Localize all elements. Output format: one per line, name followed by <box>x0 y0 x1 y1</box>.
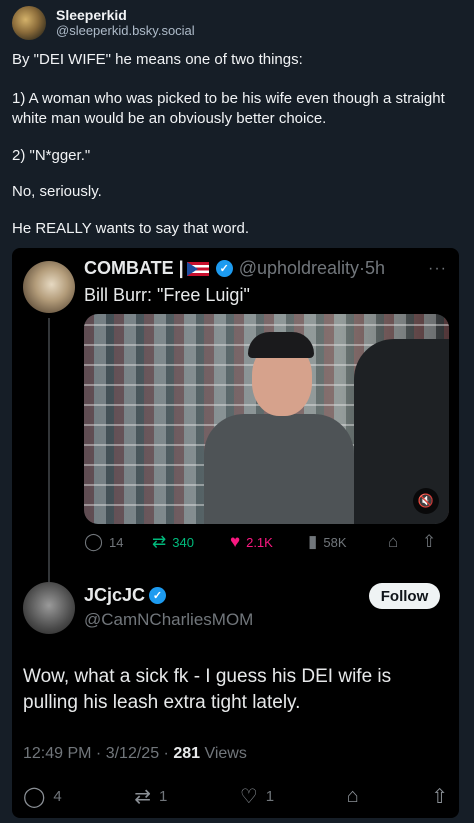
share-icon: ⇧ <box>422 532 437 551</box>
post-paragraph: 1) A woman who was picked to be his wife… <box>12 90 445 127</box>
mute-icon: 🔇 <box>413 488 439 514</box>
reply-text: Wow, what a sick fk - I guess his DEI wi… <box>23 666 392 713</box>
reply-views-label: Views <box>204 745 247 762</box>
quoted-handle: @upholdreality <box>238 258 360 278</box>
repost-count: 340 <box>172 534 194 550</box>
quoted-name: COMBATE | <box>84 258 184 278</box>
like-stat: ♡ 1 <box>240 784 274 809</box>
post-header: Sleeperkid @sleeperkid.bsky.social <box>12 6 195 40</box>
reply-name: JCjcJC <box>84 585 146 605</box>
reply-action-bar: ◯ 4 ⇄ 1 ♡ 1 ⌂ ⇧ <box>23 784 448 809</box>
bookmark-icon: ⌂ <box>388 532 399 551</box>
quoted-action-bar: ◯ 14 ⇄ 340 ♥ 2.1K ▮ 58K ⌂ ⇧ <box>84 532 449 552</box>
reply-stat: ◯ 14 <box>84 532 152 552</box>
reply-icon: ◯ <box>23 786 46 808</box>
quoted-avatar <box>23 261 75 313</box>
author-info: Sleeperkid @sleeperkid.bsky.social <box>56 7 195 39</box>
person-body <box>204 414 354 524</box>
reply-icon: ◯ <box>84 532 104 551</box>
puerto-rico-flag-icon <box>186 261 209 276</box>
follow-button: Follow <box>369 583 440 609</box>
reply-count: 4 <box>53 788 62 805</box>
more-options-icon: ··· <box>428 260 447 277</box>
thread-line <box>48 318 50 586</box>
post-paragraph: By "DEI WIFE" he means one of two things… <box>12 51 303 68</box>
reply-stat: ◯ 4 <box>23 784 62 809</box>
repost-stat: ⇄ 1 <box>134 784 167 809</box>
author-display-name[interactable]: Sleeperkid <box>56 7 195 23</box>
share-icon: ⇧ <box>431 786 448 808</box>
avatar[interactable] <box>12 6 46 40</box>
quoted-time: 5h <box>365 258 386 278</box>
bookmark-icon: ⌂ <box>346 785 359 807</box>
cap <box>248 332 314 358</box>
author-handle[interactable]: @sleeperkid.bsky.social <box>56 23 195 39</box>
verified-badge-icon: ✓ <box>215 260 233 277</box>
post-paragraph: No, seriously. <box>12 183 102 200</box>
quoted-text: Bill Burr: "Free Luigi" <box>84 285 250 305</box>
like-count: 1 <box>265 788 275 805</box>
views-icon: ▮ <box>308 532 318 551</box>
reply-time: 12:49 PM · 3/12/25 · <box>23 745 169 762</box>
heart-outline-icon: ♡ <box>239 786 258 808</box>
repost-icon: ⇄ <box>152 532 167 551</box>
repost-icon: ⇄ <box>134 786 151 808</box>
views-count: 58K <box>323 534 347 550</box>
reply-avatar <box>23 582 75 634</box>
post-paragraph: He REALLY wants to say that word. <box>12 220 250 237</box>
reply-views-count: 281 <box>173 745 201 762</box>
repost-count: 1 <box>159 788 168 805</box>
embedded-image[interactable]: COMBATE | ✓ @upholdreality · 5h ··· Bill… <box>12 248 459 818</box>
reply-name-row: JCjcJC ✓ <box>84 585 172 606</box>
heart-icon: ♥ <box>230 532 241 551</box>
post-paragraph: 2) "N*gger." <box>12 147 91 164</box>
reply-count: 14 <box>109 534 124 550</box>
like-count: 2.1K <box>246 534 273 550</box>
views-stat: ▮ 58K <box>308 532 388 552</box>
reply-meta: 12:49 PM · 3/12/25 · 281 Views <box>23 745 247 763</box>
like-stat: ♥ 2.1K <box>230 532 308 552</box>
repost-stat: ⇄ 340 <box>152 532 230 552</box>
reply-handle: @CamNCharliesMOM <box>84 610 254 629</box>
video-thumbnail: 🔇 <box>84 314 449 524</box>
quoted-header: COMBATE | ✓ @upholdreality · 5h <box>84 258 385 279</box>
verified-badge-icon: ✓ <box>149 587 167 604</box>
